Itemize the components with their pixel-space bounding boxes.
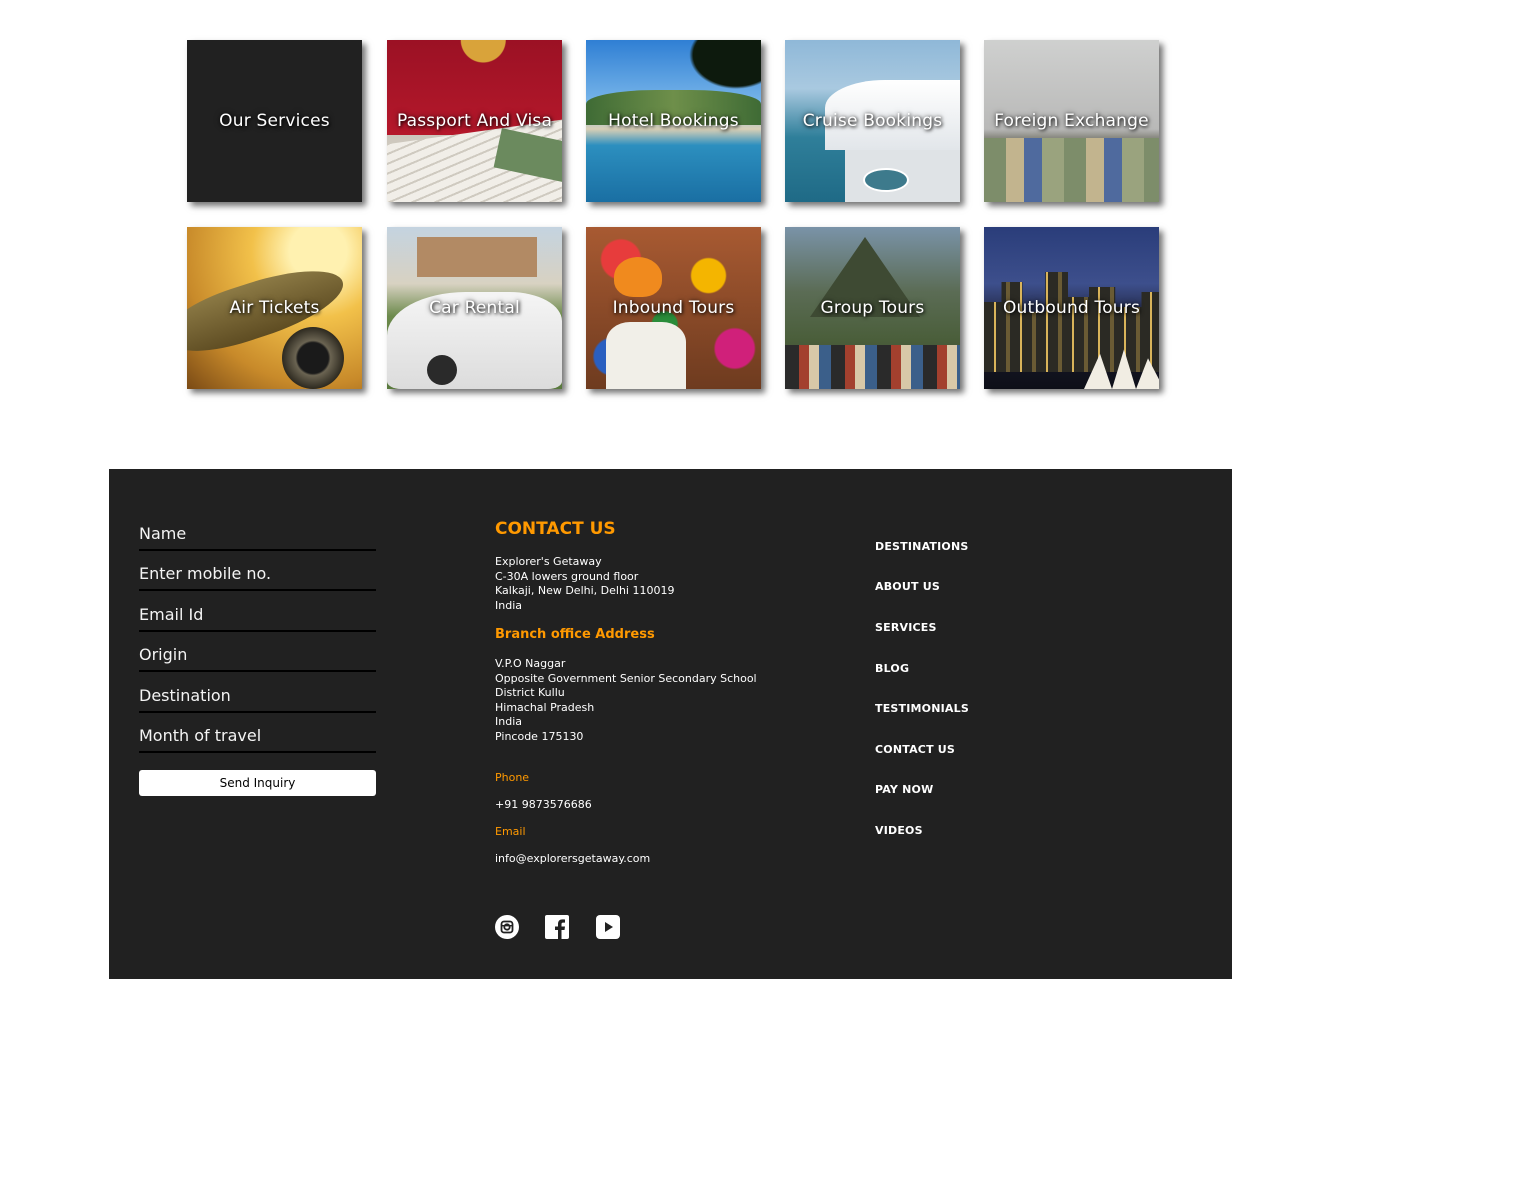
name-field[interactable]: Name <box>139 511 376 551</box>
service-tile-outbound-tours[interactable]: Outbound Tours <box>984 227 1159 389</box>
service-tile-foreign-exchange[interactable]: Foreign Exchange <box>984 40 1159 202</box>
service-tile-label: Passport And Visa <box>396 111 553 131</box>
address-line: V.P.O Naggar <box>495 657 566 670</box>
branch-address: V.P.O Naggar Opposite Government Senior … <box>495 657 757 744</box>
service-tile-label: Cruise Bookings <box>802 111 943 131</box>
service-tile-label: Car Rental <box>429 298 520 318</box>
service-tile-hotel-bookings[interactable]: Hotel Bookings <box>586 40 761 202</box>
email-address[interactable]: info@explorersgetaway.com <box>495 852 650 865</box>
services-heading: Our Services <box>219 111 330 131</box>
service-tile-label: Hotel Bookings <box>608 111 739 131</box>
destination-field[interactable]: Destination <box>139 673 376 713</box>
address-line: District Kullu <box>495 686 565 699</box>
services-heading-tile: Our Services <box>187 40 362 202</box>
service-tile-label: Outbound Tours <box>1002 298 1141 318</box>
address-line: Explorer's Getaway <box>495 555 602 568</box>
service-tile-group-tours[interactable]: Group Tours <box>785 227 960 389</box>
service-tile-label: Air Tickets <box>229 298 320 318</box>
send-inquiry-button[interactable]: Send Inquiry <box>139 770 376 796</box>
origin-field[interactable]: Origin <box>139 632 376 672</box>
youtube-icon[interactable] <box>596 915 620 939</box>
service-tile-label: Group Tours <box>820 298 925 318</box>
travel-month-field[interactable]: Month of travel <box>139 713 376 753</box>
hq-address: Explorer's Getaway C-30A lowers ground f… <box>495 555 674 613</box>
address-line: Pincode 175130 <box>495 729 584 743</box>
facebook-icon[interactable] <box>545 915 569 939</box>
email-field[interactable]: Email Id <box>139 592 376 632</box>
address-line: Kalkaji, New Delhi, Delhi 110019 <box>495 584 675 597</box>
address-line: Opposite Government Senior Secondary Sch… <box>495 671 757 685</box>
mobile-field[interactable]: Enter mobile no. <box>139 551 376 591</box>
nav-services[interactable]: SERVICES <box>875 621 937 634</box>
instagram-icon[interactable] <box>495 915 519 939</box>
nav-about-us[interactable]: ABOUT US <box>875 580 940 593</box>
nav-videos[interactable]: VIDEOS <box>875 824 923 837</box>
address-line: India <box>495 598 522 612</box>
nav-destinations[interactable]: DESTINATIONS <box>875 540 969 553</box>
nav-testimonials[interactable]: TESTIMONIALS <box>875 702 969 715</box>
service-tile-cruise-bookings[interactable]: Cruise Bookings <box>785 40 960 202</box>
service-tile-label: Foreign Exchange <box>994 111 1149 131</box>
address-line: C-30A lowers ground floor <box>495 569 639 583</box>
service-tile-air-tickets[interactable]: Air Tickets <box>187 227 362 389</box>
contact-heading: CONTACT US <box>495 519 616 539</box>
phone-label: Phone <box>495 771 530 784</box>
nav-blog[interactable]: BLOG <box>875 662 909 675</box>
branch-heading: Branch office Address <box>495 627 655 642</box>
service-tile-label: Inbound Tours <box>612 298 735 318</box>
address-line: India <box>495 715 522 728</box>
nav-pay-now[interactable]: PAY NOW <box>875 783 933 796</box>
email-label: Email <box>495 825 526 838</box>
footer: Name Enter mobile no. Email Id Origin De… <box>109 469 1232 979</box>
service-tile-inbound-tours[interactable]: Inbound Tours <box>586 227 761 389</box>
service-tile-car-rental[interactable]: Car Rental <box>387 227 562 389</box>
address-line: Himachal Pradesh <box>495 700 595 714</box>
phone-number[interactable]: +91 9873576686 <box>495 798 592 811</box>
nav-contact-us[interactable]: CONTACT US <box>875 743 955 756</box>
service-tile-passport-visa[interactable]: Passport And Visa <box>387 40 562 202</box>
